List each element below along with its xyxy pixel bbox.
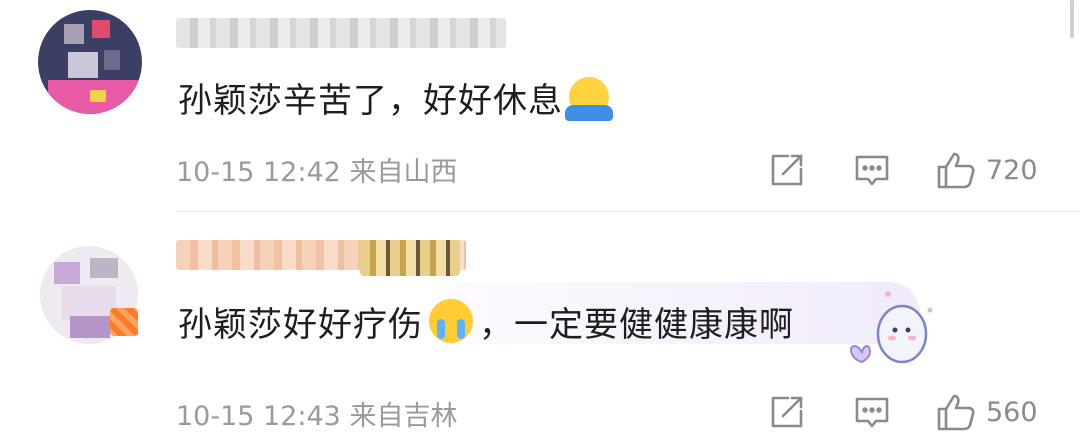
like-count: 560: [986, 396, 1038, 428]
avatar[interactable]: [38, 10, 142, 114]
comment-text: 孙颖莎辛苦了，好好休息: [178, 72, 613, 122]
share-icon: [771, 154, 803, 186]
cartoon-sticker-icon: [850, 291, 933, 364]
reply-button[interactable]: [853, 392, 891, 432]
comment-actions: 560: [0, 392, 1080, 432]
reply-button[interactable]: [853, 150, 891, 190]
reply-comment-icon: [855, 155, 889, 186]
comment-text-body: 孙颖莎辛苦了，好好休息: [178, 80, 563, 121]
medal-badge: [360, 240, 460, 276]
thumbs-up-icon: [937, 152, 975, 189]
like-button[interactable]: 720: [936, 150, 1038, 190]
comment-text: 孙颖莎好好疗伤 ，一定要健健康康啊: [178, 296, 794, 346]
share-button[interactable]: [768, 150, 806, 190]
share-icon: [771, 396, 803, 428]
like-count: 720: [986, 154, 1038, 186]
share-button[interactable]: [768, 392, 806, 432]
reply-comment-icon: [855, 397, 889, 428]
comment-item: 孙颖莎辛苦了，好好休息 10-15 12:42 来自山西 720: [0, 0, 1080, 212]
thumbs-up-icon: [937, 394, 975, 431]
vip-badge: [110, 308, 138, 336]
shrug-emoji-icon: [565, 77, 613, 121]
username-blurred[interactable]: [176, 18, 506, 48]
comment-actions: 720: [0, 150, 1080, 190]
comment-item: 孙颖莎好好疗伤 ，一定要健健康康啊 10-15 12:43 来自吉林 560: [0, 212, 1080, 432]
like-button[interactable]: 560: [936, 392, 1038, 432]
comment-text-part-1: 孙颖莎好好疗伤: [178, 304, 423, 345]
loudly-crying-emoji-icon: [429, 299, 473, 343]
comment-text-part-2: ，一定要健健康康啊: [479, 304, 794, 345]
